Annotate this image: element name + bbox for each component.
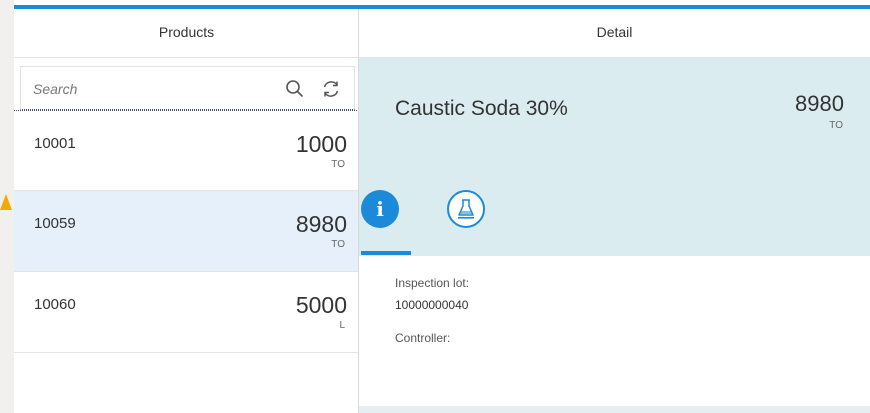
- item-quantity: 1000: [295, 131, 347, 157]
- master-page-title: Products: [14, 9, 359, 58]
- item-quantity: 5000: [295, 292, 347, 318]
- refresh-icon[interactable]: [321, 79, 341, 99]
- info-icon: i: [376, 197, 384, 221]
- product-list: 10001 1000 TO 10059 8980 TO 10060 5000 L: [14, 110, 359, 353]
- inspection-lot-value: 10000000040: [395, 298, 469, 312]
- detail-pane: Detail Caustic Soda 30% 8980 TO i Inspec…: [359, 9, 870, 413]
- item-unit: TO: [331, 159, 345, 170]
- item-id: 10001: [34, 135, 76, 152]
- tab-content: Inspection lot: 10000000040 Controller:: [359, 256, 870, 406]
- search-icon[interactable]: [285, 79, 305, 99]
- inspection-lot-label: Inspection lot:: [395, 276, 470, 290]
- item-unit: L: [339, 320, 345, 331]
- warning-arrow-icon: [0, 194, 12, 210]
- item-id: 10060: [34, 296, 76, 313]
- list-item-selected[interactable]: 10059 8980 TO: [14, 191, 359, 272]
- item-id: 10059: [34, 215, 76, 232]
- controller-label: Controller:: [395, 331, 451, 345]
- object-unit: TO: [829, 120, 843, 131]
- search-input[interactable]: [31, 76, 265, 102]
- list-item[interactable]: 10001 1000 TO: [14, 110, 359, 191]
- master-pane: Products 10001 1000 TO 10059 8980: [14, 9, 359, 413]
- detail-page-title: Detail: [359, 9, 870, 58]
- item-unit: TO: [331, 239, 345, 250]
- list-item[interactable]: 10060 5000 L: [14, 272, 359, 353]
- lab-flask-icon: [458, 199, 474, 219]
- footer-strip: [359, 406, 870, 413]
- object-header: Caustic Soda 30% 8980 TO i: [359, 58, 870, 256]
- object-title: Caustic Soda 30%: [395, 97, 568, 120]
- search-field[interactable]: [20, 66, 355, 110]
- item-quantity: 8980: [295, 211, 347, 237]
- tab-info[interactable]: i: [361, 190, 399, 228]
- object-number: 8980: [795, 91, 844, 116]
- tab-lab[interactable]: [447, 190, 485, 228]
- tab-selection-indicator: [361, 251, 411, 255]
